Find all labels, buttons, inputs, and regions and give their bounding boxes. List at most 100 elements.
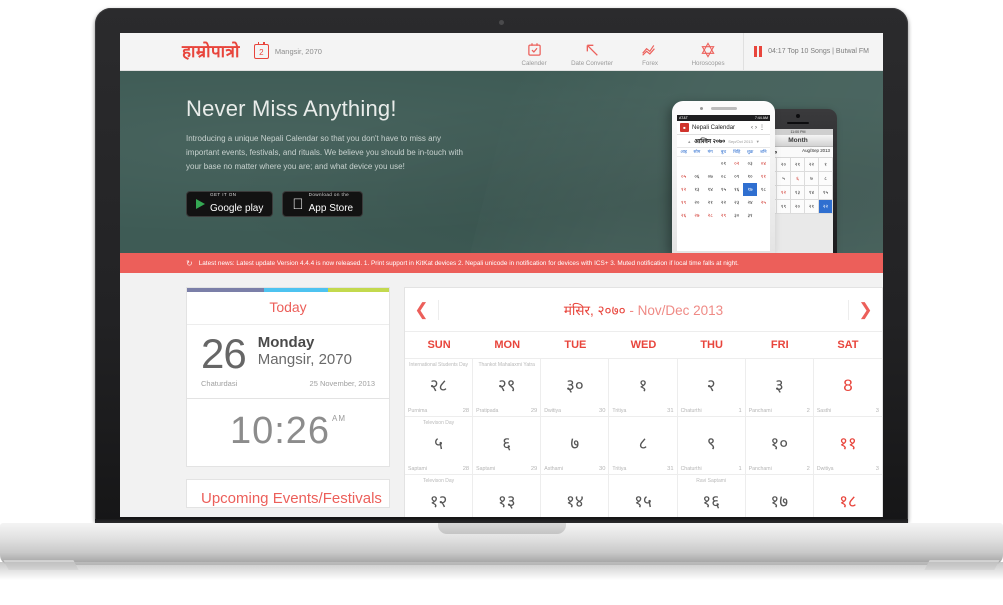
hero-paragraph: Introducing a unique Nepali Calendar so … <box>186 134 463 171</box>
next-month-button[interactable]: ❯ <box>848 299 882 320</box>
day-tithi: Saptami <box>408 466 428 472</box>
iphone-day-cell[interactable]: २० <box>777 158 791 172</box>
calendar-day-cell[interactable]: ९ Chaturthi 1 <box>677 417 746 475</box>
radio-player[interactable]: 04:17 Top 10 Songs | Butwal FM <box>743 33 883 70</box>
calendar-day-cell[interactable]: ७ Asthami 30 <box>541 417 610 475</box>
clock-meridiem: AM <box>332 413 347 423</box>
android-day-grid: ०१ ०२ ०३ ०४ ०५ ०६ ०७ ०८ ०९ १० ११ १२ १३ १४ १५ १६ १७ १८ १९ २०… <box>677 157 770 222</box>
android-day-cell[interactable]: १९ <box>677 196 690 209</box>
iphone-day-cell[interactable]: २० <box>791 200 805 214</box>
chevron-up-icon[interactable]: ▲ <box>687 139 691 144</box>
android-day-cell[interactable]: २८ <box>704 209 717 222</box>
calendar-day-cell[interactable]: Televison Day ५ Saptami 28 <box>405 417 474 475</box>
android-day-cell[interactable]: ३० <box>730 209 743 222</box>
android-day-cell[interactable]: ०८ <box>717 170 730 183</box>
calendar-day-cell[interactable]: Thankot Mahalaxmi Yatra २९ Pratipada 29 <box>473 359 542 417</box>
day-number-np: १७ <box>770 492 789 511</box>
android-day-cell[interactable]: १५ <box>717 183 730 196</box>
iphone-day-cell[interactable]: २२ <box>819 200 833 214</box>
android-day-cell[interactable]: १३ <box>690 183 703 196</box>
android-day-cell[interactable]: २२ <box>717 196 730 209</box>
android-day-cell[interactable]: ०३ <box>743 157 756 170</box>
day-event <box>746 478 813 490</box>
iphone-day-cell[interactable]: १९ <box>777 200 791 214</box>
android-day-cell[interactable]: २१ <box>704 196 717 209</box>
android-day-cell[interactable]: २० <box>690 196 703 209</box>
nav-item-horoscopes[interactable]: Horoscopes <box>679 40 737 70</box>
calendar-day-cell[interactable]: १३ <box>473 475 542 517</box>
iphone-day-cell[interactable]: १५ <box>819 186 833 200</box>
phone-speaker-icon <box>710 107 737 110</box>
google-play-badge[interactable]: GET IT ON Google play <box>186 191 274 217</box>
android-day-cell[interactable]: २३ <box>730 196 743 209</box>
arrow-up-left-icon <box>563 40 621 59</box>
iphone-day-cell[interactable]: १४ <box>805 186 819 200</box>
laptop-mockup: हाम्रोपात्रो 2 Mangsir, 2070 Calender Da… <box>0 0 1003 605</box>
nav-item-calender[interactable]: Calender <box>505 40 563 70</box>
android-day-cell[interactable]: १४ <box>704 183 717 196</box>
android-day-cell[interactable]: २६ <box>677 209 690 222</box>
iphone-day-cell[interactable]: ६ <box>791 172 805 186</box>
calendar-day-cell[interactable]: ११ Dwitiya 3 <box>813 417 882 475</box>
iphone-day-cell[interactable]: १३ <box>791 186 805 200</box>
site-logo[interactable]: हाम्रोपात्रो <box>182 43 240 60</box>
iphone-day-cell[interactable]: ५ <box>777 172 791 186</box>
android-day-cell[interactable]: ०५ <box>677 170 690 183</box>
iphone-day-cell[interactable]: १ <box>819 158 833 172</box>
nav-item-date-converter[interactable]: Date Converter <box>563 40 621 70</box>
iphone-day-cell[interactable]: २२ <box>805 158 819 172</box>
chevron-down-icon[interactable]: ▼ <box>756 139 760 144</box>
calendar-day-cell[interactable]: ३० Dwitiya 30 <box>541 359 610 417</box>
calendar-day-cell[interactable]: १७ <box>746 475 814 517</box>
android-day-cell[interactable]: ०६ <box>690 170 703 183</box>
android-day-cell[interactable]: ०४ <box>757 157 770 170</box>
prev-month-button[interactable]: ❮ <box>405 299 439 320</box>
news-ticker: ↻ Latest news: Latest update Version 4.4… <box>120 253 883 273</box>
android-day-cell[interactable]: २५ <box>757 196 770 209</box>
calendar-day-cell[interactable]: ३ Panchami 2 <box>745 359 814 417</box>
android-day-cell[interactable]: १६ <box>730 183 743 196</box>
iphone-day-cell[interactable]: ८ <box>819 172 833 186</box>
android-day-cell[interactable]: १० <box>743 170 756 183</box>
day-number-np: ३ <box>774 376 784 395</box>
iphone-day-cell[interactable]: २१ <box>791 158 805 172</box>
app-store-badge[interactable]:  Download on the App Store <box>282 191 364 217</box>
iphone-day-cell[interactable]: ७ <box>805 172 819 186</box>
android-day-cell[interactable]: २४ <box>743 196 756 209</box>
android-day-cell[interactable]: ०७ <box>704 170 717 183</box>
android-day-cell[interactable]: ०२ <box>730 157 743 170</box>
android-day-cell[interactable]: ०१ <box>717 157 730 170</box>
android-day-cell[interactable] <box>704 157 717 170</box>
iphone-day-cell[interactable]: २१ <box>805 200 819 214</box>
calendar-day-cell[interactable]: ८ Tritiya 31 <box>609 417 678 475</box>
calendar-day-cell[interactable]: 8 Sasthi 3 <box>813 359 882 417</box>
android-day-cell[interactable]: २७ <box>690 209 703 222</box>
today-tithi: Chaturdasi <box>201 378 238 388</box>
nav-item-forex[interactable]: Forex <box>621 40 679 70</box>
android-day-cell[interactable]: १२ <box>677 183 690 196</box>
calendar-day-cell[interactable]: १५ <box>609 475 678 517</box>
calendar-dow: MON <box>494 339 521 351</box>
calendar-day-cell[interactable]: १८ <box>814 475 882 517</box>
calendar-dow: SUN <box>427 339 451 351</box>
android-day-cell[interactable] <box>677 157 690 170</box>
android-day-cell[interactable]: १८ <box>757 183 770 196</box>
android-day-cell[interactable] <box>757 209 770 222</box>
iphone-day-cell[interactable]: १२ <box>777 186 791 200</box>
calendar-day-cell[interactable]: १ Tritiya 31 <box>609 359 678 417</box>
calendar-day-cell[interactable]: २ Chaturthi 1 <box>677 359 746 417</box>
calendar-day-cell[interactable]: Ravi Saptami १६ <box>678 475 746 517</box>
calendar-day-cell[interactable]: ६ Saptami 29 <box>473 417 542 475</box>
android-day-cell[interactable]: ३१ <box>743 209 756 222</box>
calendar-day-cell[interactable]: १४ <box>541 475 610 517</box>
android-day-cell[interactable] <box>690 157 703 170</box>
calendar-day-cell[interactable]: १० Panchami 2 <box>745 417 814 475</box>
pause-icon[interactable] <box>754 46 763 57</box>
calendar-day-cell[interactable]: International Students Day २८ Purnima 28 <box>405 359 474 417</box>
android-day-cell[interactable]: ११ <box>757 170 770 183</box>
day-number-np: १८ <box>839 492 857 511</box>
calendar-day-cell[interactable]: Televison Day १२ <box>405 475 474 517</box>
android-day-cell[interactable]: १७ <box>743 183 757 196</box>
android-day-cell[interactable]: ०९ <box>730 170 743 183</box>
android-day-cell[interactable]: २९ <box>717 209 730 222</box>
